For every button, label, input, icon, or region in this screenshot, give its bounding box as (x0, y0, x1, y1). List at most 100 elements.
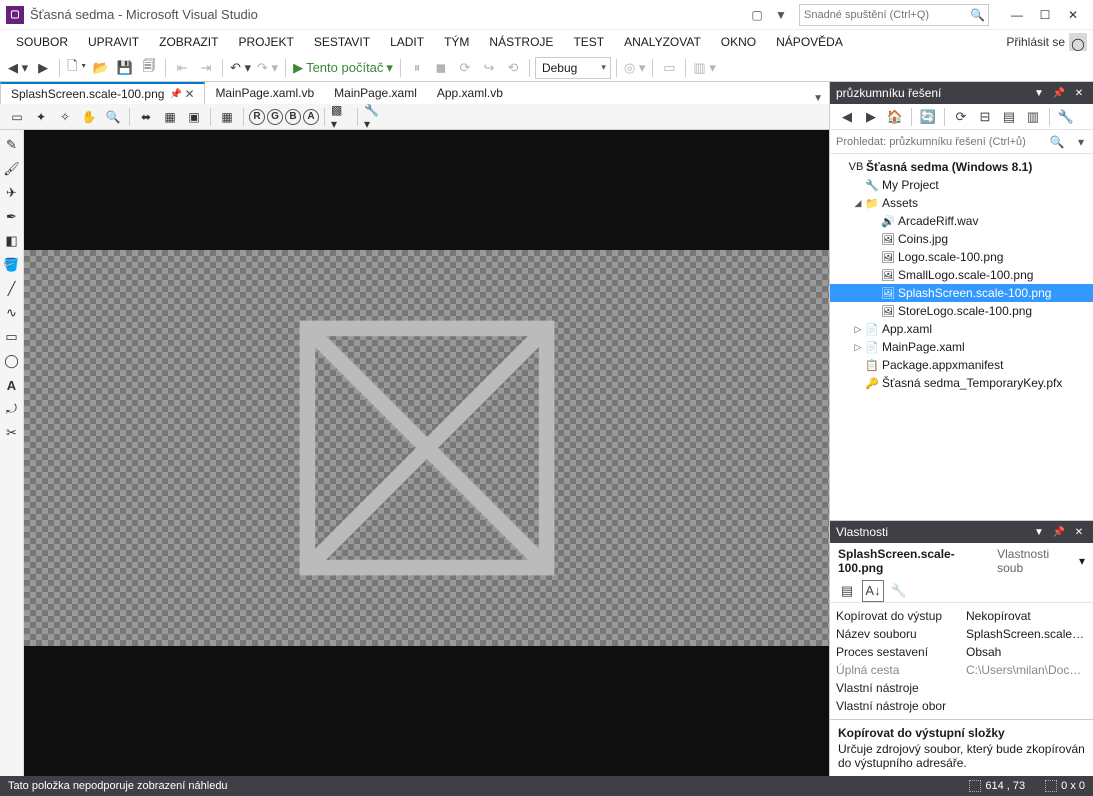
tree-key[interactable]: 🔑Šťasná sedma_TemporaryKey.pfx (830, 374, 1093, 392)
pin-icon[interactable]: 📌 (1051, 527, 1067, 538)
panel-options-icon[interactable]: ▼ (1031, 88, 1047, 99)
close-icon[interactable]: ✕ (1071, 527, 1087, 538)
search-icon[interactable]: 🔍 (970, 8, 984, 22)
collapse-icon[interactable]: ⊟ (974, 106, 996, 128)
outdent-button[interactable]: ⇤ (171, 57, 193, 79)
grid-icon[interactable]: ▦ (216, 106, 238, 128)
close-icon[interactable]: ✕ (184, 87, 194, 101)
pin-icon[interactable]: 📌 (169, 89, 179, 100)
tree-storelogo[interactable]: 🖼StoreLogo.scale-100.png (830, 302, 1093, 320)
nav-back-button[interactable]: ◀ ▾ (6, 57, 30, 79)
indent-button[interactable]: ⇥ (195, 57, 217, 79)
show-all-icon[interactable]: ▤ (998, 106, 1020, 128)
config-select[interactable]: Debug (535, 57, 611, 79)
solution-tree[interactable]: VBŠťasná sedma (Windows 8.1) 🔧My Project… (830, 154, 1093, 520)
menu-upravit[interactable]: UPRAVIT (78, 33, 149, 51)
close-icon[interactable]: ✕ (1071, 88, 1087, 99)
pause-button[interactable]: ⏸ (406, 57, 428, 79)
airbrush-icon[interactable]: ✈ (3, 184, 21, 202)
pencil-icon[interactable]: ✎ (3, 136, 21, 154)
channel-b[interactable]: B (285, 109, 301, 125)
start-button[interactable]: ▶ Tento počítač ▾ (291, 57, 395, 79)
step-button[interactable]: ↪ (478, 57, 500, 79)
menu-nastroje[interactable]: NÁSTROJE (479, 33, 563, 51)
menu-napoveda[interactable]: NÁPOVĚDA (766, 33, 853, 51)
search-icon[interactable]: 🔍 (1045, 130, 1069, 153)
sign-in-link[interactable]: Přihlásit se (1006, 35, 1065, 49)
pin-icon[interactable]: 📌 (1051, 88, 1067, 99)
menu-test[interactable]: TEST (563, 33, 614, 51)
menu-okno[interactable]: OKNO (711, 33, 766, 51)
close-button[interactable]: ✕ (1059, 5, 1087, 25)
tree-arcaderiff[interactable]: 🔊ArcadeRiff.wav (830, 212, 1093, 230)
properties-icon[interactable]: 🔧 (1055, 106, 1077, 128)
undo-button[interactable]: ↶ ▾ (228, 57, 253, 79)
search-options-icon[interactable]: ▾ (1069, 130, 1093, 153)
menu-soubor[interactable]: SOUBOR (6, 33, 78, 51)
zoom-icon[interactable]: 🔍 (102, 106, 124, 128)
brush-icon[interactable]: 🖌 (3, 160, 21, 178)
tree-appxaml[interactable]: ▷📄App.xaml (830, 320, 1093, 338)
save-all-button[interactable]: 🗐 (138, 57, 160, 79)
stop-button[interactable]: ◼ (430, 57, 452, 79)
tree-my-project[interactable]: 🔧My Project (830, 176, 1093, 194)
panel-options-icon[interactable]: ▼ (1031, 527, 1047, 538)
refresh-icon[interactable]: ⟳ (950, 106, 972, 128)
fill-icon[interactable]: 🪣 (3, 256, 21, 274)
tree-project-root[interactable]: VBŠťasná sedma (Windows 8.1) (830, 158, 1093, 176)
tree-manifest[interactable]: 📋Package.appxmanifest (830, 356, 1093, 374)
menu-analyzovat[interactable]: ANALYZOVAT (614, 33, 711, 51)
tab-overflow-button[interactable]: ▼ (813, 93, 829, 104)
restart-button[interactable]: ⟳ (454, 57, 476, 79)
redo-button[interactable]: ↷ ▾ (255, 57, 280, 79)
new-item-button[interactable]: 🗋 ▾ (65, 57, 88, 79)
extra-button-2[interactable]: ▭ (658, 57, 680, 79)
tree-smalllogo[interactable]: 🖼SmallLogo.scale-100.png (830, 266, 1093, 284)
channel-a[interactable]: A (303, 109, 319, 125)
select-lasso-icon[interactable]: ✦ (30, 106, 52, 128)
solution-search-input[interactable] (830, 130, 1045, 153)
dropdown-icon[interactable]: ▾ (1079, 554, 1085, 568)
feedback-icon[interactable]: ▼ (771, 5, 791, 25)
tree-mainpage[interactable]: ▷📄MainPage.xaml (830, 338, 1093, 356)
solution-search[interactable]: 🔍 ▾ (830, 130, 1093, 154)
channel-g[interactable]: G (267, 109, 283, 125)
properties-grid[interactable]: Kopírovat do výstupNekopírovat Název sou… (830, 603, 1093, 719)
select-rect-icon[interactable]: ▭ (6, 106, 28, 128)
tab-mainpage-xaml[interactable]: MainPage.xaml (324, 82, 427, 104)
user-icon[interactable]: ◯ (1069, 33, 1087, 51)
view-icon[interactable]: ▥ (1022, 106, 1044, 128)
tool-options-icon[interactable]: 🔧 ▾ (363, 106, 385, 128)
quick-launch-input[interactable] (804, 9, 970, 21)
refresh-button[interactable]: ⟲ (502, 57, 524, 79)
curve-icon[interactable]: ∿ (3, 304, 21, 322)
fit-actual-icon[interactable]: ▦ (159, 106, 181, 128)
tab-mainpage-vb[interactable]: MainPage.xaml.vb (205, 82, 324, 104)
pan-icon[interactable]: ✋ (78, 106, 100, 128)
menu-sestavit[interactable]: SESTAVIT (304, 33, 380, 51)
menu-ladit[interactable]: LADIT (380, 33, 434, 51)
eraser-icon[interactable]: ◧ (3, 232, 21, 250)
ellipse-icon[interactable]: ◯ (3, 352, 21, 370)
back-icon[interactable]: ◀ (836, 106, 858, 128)
checker-bg-icon[interactable]: ▩ ▾ (330, 106, 352, 128)
menu-projekt[interactable]: PROJEKT (228, 33, 303, 51)
trim-icon[interactable]: ✂ (3, 424, 21, 442)
select-wand-icon[interactable]: ✧ (54, 106, 76, 128)
nav-forward-button[interactable]: ▶ (32, 57, 54, 79)
text-icon[interactable]: A (3, 376, 21, 394)
notifications-icon[interactable]: ▢ (747, 5, 767, 25)
rotate-icon[interactable]: ⤾ (3, 400, 21, 418)
extra-button-3[interactable]: ▥ ▾ (691, 57, 717, 79)
prop-pages-icon[interactable]: 🔧 (888, 580, 910, 602)
forward-icon[interactable]: ▶ (860, 106, 882, 128)
tree-assets-folder[interactable]: ◢📁Assets (830, 194, 1093, 212)
open-button[interactable]: 📂 (90, 57, 112, 79)
minimize-button[interactable]: — (1003, 5, 1031, 25)
save-button[interactable]: 💾 (114, 57, 136, 79)
menu-tym[interactable]: TÝM (434, 33, 479, 51)
channel-r[interactable]: R (249, 109, 265, 125)
fit-window-icon[interactable]: ▣ (183, 106, 205, 128)
home-icon[interactable]: 🏠 (884, 106, 906, 128)
quick-launch[interactable]: 🔍 (799, 4, 989, 26)
